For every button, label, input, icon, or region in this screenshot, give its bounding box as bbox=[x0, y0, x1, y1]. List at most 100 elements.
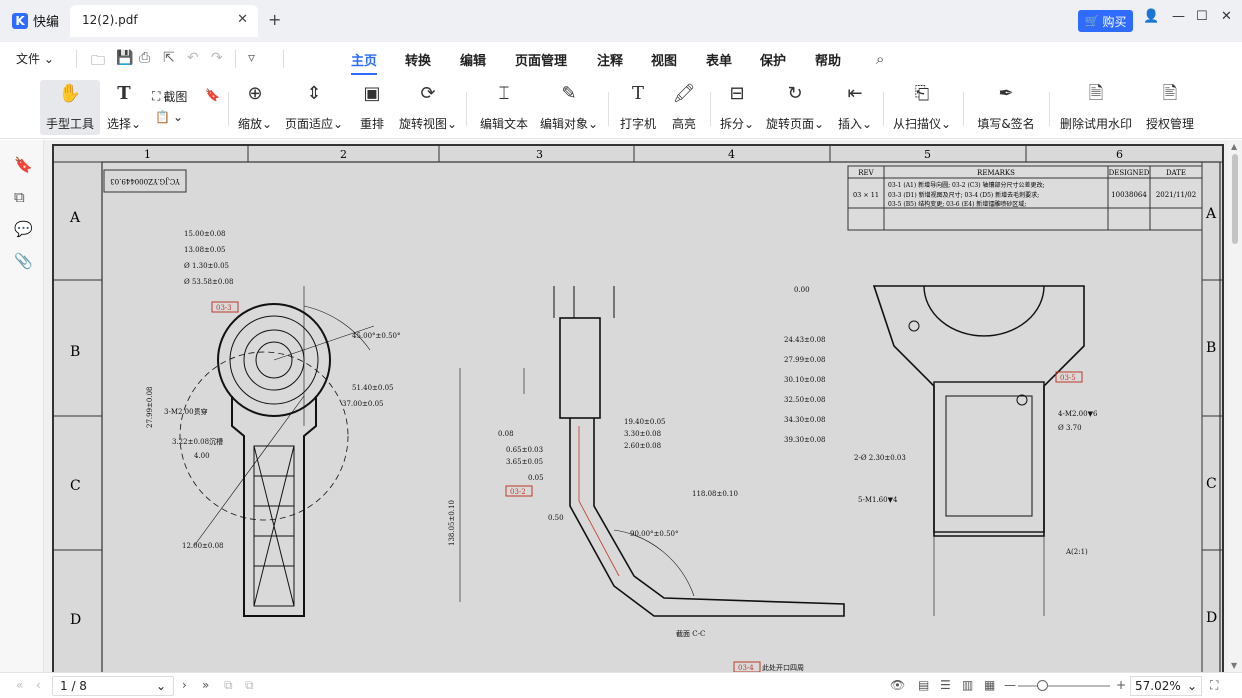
fill-sign-label: 填写&签名 bbox=[977, 117, 1035, 131]
col-label: 1 bbox=[144, 148, 151, 161]
page-number-field[interactable]: 1 / 8 ⌄ bbox=[52, 676, 174, 696]
minimize-button[interactable]: — bbox=[1172, 9, 1185, 24]
tab-protect[interactable]: 保护 bbox=[760, 50, 786, 69]
bookmark-panel-icon[interactable]: 🔖 bbox=[14, 156, 33, 174]
prev-page-icon[interactable]: ‹ bbox=[36, 678, 41, 692]
bookmark-icon[interactable]: 🔖 bbox=[205, 88, 220, 102]
document-tab[interactable]: 12(2).pdf ✕ bbox=[70, 5, 258, 37]
page-fit-label: 页面适应 bbox=[284, 117, 333, 131]
zoom-button[interactable]: ⊕ 缩放⌄ bbox=[234, 80, 276, 135]
redo-icon[interactable]: ↷ bbox=[211, 50, 223, 66]
svg-text:03 × 11: 03 × 11 bbox=[853, 191, 879, 199]
scroll-down-icon[interactable]: ▼ bbox=[1231, 661, 1237, 670]
new-tab-button[interactable]: + bbox=[268, 10, 281, 29]
left-part-view bbox=[179, 286, 375, 617]
highlight-icon: 🖍 bbox=[672, 83, 696, 104]
maximize-button[interactable]: ☐ bbox=[1196, 9, 1208, 24]
tab-edit[interactable]: 编辑 bbox=[460, 50, 486, 69]
two-page-continuous-icon[interactable]: ▦ bbox=[984, 678, 995, 692]
export-icon[interactable]: ⇱ bbox=[163, 50, 175, 66]
license-button[interactable]: 🖹 授权管理 bbox=[1142, 80, 1198, 135]
svg-text:2.60±0.08: 2.60±0.08 bbox=[624, 442, 661, 450]
revision-tags: 03-3 03-2 03-5 03-4 bbox=[211, 301, 1083, 672]
fullscreen-icon[interactable]: ⛶ bbox=[1210, 678, 1218, 693]
vertical-scrollbar[interactable]: ▲ ▼ bbox=[1228, 140, 1242, 672]
reflow-button[interactable]: ▣ 重排 bbox=[355, 80, 389, 135]
dual-page-icon[interactable]: ⧉ bbox=[224, 678, 233, 693]
clipboard-button[interactable]: 📋 ⌄ bbox=[155, 110, 183, 124]
svg-text:DATE: DATE bbox=[1166, 169, 1186, 177]
close-tab-icon[interactable]: ✕ bbox=[237, 12, 248, 27]
open-folder-icon[interactable]: 🗀 bbox=[91, 50, 105, 74]
rotate-view-button[interactable]: ⟳ 旋转视图⌄ bbox=[397, 80, 459, 135]
two-page-icon[interactable]: ▥ bbox=[962, 678, 973, 692]
chevron-down-icon: ⌄ bbox=[43, 52, 54, 66]
undo-icon[interactable]: ↶ bbox=[187, 50, 199, 66]
svg-text:REMARKS: REMARKS bbox=[977, 169, 1015, 177]
print-icon[interactable]: ⎙ bbox=[139, 50, 150, 66]
comments-icon[interactable]: 💬 bbox=[14, 220, 33, 238]
insert-button[interactable]: ⇤ 插入⌄ bbox=[834, 80, 876, 135]
first-page-icon[interactable]: « bbox=[16, 678, 23, 692]
split-button[interactable]: ⊟ 拆分⌄ bbox=[716, 80, 758, 135]
file-menu[interactable]: 文件 ⌄ bbox=[16, 50, 54, 67]
scrollbar-thumb[interactable] bbox=[1232, 154, 1238, 244]
split-icon: ⊟ bbox=[729, 83, 745, 104]
zoom-in-icon[interactable]: + bbox=[1116, 678, 1126, 692]
app-brand: K 快编 bbox=[12, 11, 59, 30]
typewriter-button[interactable]: T 打字机 bbox=[616, 80, 660, 135]
from-scanner-button[interactable]: ⎗ 从扫描仪⌄ bbox=[890, 80, 954, 135]
thumbnails-icon[interactable]: ⧉ bbox=[14, 188, 25, 206]
screenshot-button[interactable]: ⛶ 截图 bbox=[152, 88, 187, 105]
edit-text-button[interactable]: ⌶ 编辑文本 bbox=[476, 80, 532, 135]
tab-help[interactable]: 帮助 bbox=[815, 50, 841, 69]
svg-text:A(2:1): A(2:1) bbox=[1065, 548, 1088, 556]
zoom-out-icon[interactable]: — bbox=[1004, 678, 1016, 692]
zoom-slider[interactable] bbox=[1018, 680, 1110, 691]
row-label: C bbox=[70, 478, 81, 494]
row-label: D bbox=[1206, 610, 1217, 626]
fill-sign-button[interactable]: ✒ 填写&签名 bbox=[974, 80, 1038, 135]
zoom-slider-knob[interactable] bbox=[1037, 680, 1048, 691]
scroll-up-icon[interactable]: ▲ bbox=[1231, 142, 1237, 151]
close-window-button[interactable]: ✕ bbox=[1221, 9, 1232, 24]
svg-text:03-2: 03-2 bbox=[510, 488, 526, 496]
svg-text:27.99±0.08: 27.99±0.08 bbox=[784, 356, 826, 364]
svg-text:118.08±0.10: 118.08±0.10 bbox=[692, 490, 738, 498]
continuous-page-icon[interactable]: ☰ bbox=[940, 678, 951, 692]
edit-text-label: 编辑文本 bbox=[480, 117, 529, 131]
tab-home[interactable]: 主页 bbox=[351, 50, 378, 75]
save-icon[interactable]: 💾 bbox=[116, 50, 133, 66]
select-label: 选择 bbox=[106, 117, 131, 131]
account-icon[interactable]: 👤 bbox=[1143, 9, 1159, 24]
remove-watermark-button[interactable]: 🗎 删除试用水印 bbox=[1056, 80, 1136, 135]
tab-page-management[interactable]: 页面管理 bbox=[515, 50, 567, 69]
next-page-icon[interactable]: › bbox=[182, 678, 187, 692]
tab-forms[interactable]: 表单 bbox=[706, 50, 732, 69]
screenshot-icon: ⛶ bbox=[152, 89, 161, 103]
page-fit-button[interactable]: ⇕ 页面适应⌄ bbox=[282, 80, 346, 135]
customize-dropdown-icon[interactable]: ▿ bbox=[248, 50, 255, 66]
svg-text:10038064: 10038064 bbox=[1111, 191, 1147, 199]
fit-page-icon[interactable]: ⧉ bbox=[245, 678, 254, 693]
col-label: 3 bbox=[536, 148, 543, 161]
single-page-icon[interactable]: ▤ bbox=[918, 678, 929, 692]
tab-view[interactable]: 视图 bbox=[651, 50, 677, 69]
tab-annotate[interactable]: 注释 bbox=[597, 50, 623, 69]
rotate-page-button[interactable]: ↻ 旋转页面⌄ bbox=[764, 80, 826, 135]
menu-bar: 文件 ⌄ 🗀 💾 ⎙ ⇱ ↶ ↷ ▿ 主页 转换 编辑 页面管理 注释 视图 表… bbox=[0, 42, 1242, 76]
highlight-button[interactable]: 🖍 高亮 bbox=[667, 80, 701, 135]
chevron-down-icon: ⌄ bbox=[1186, 679, 1197, 693]
eye-view-icon[interactable]: 👁 bbox=[890, 678, 905, 692]
document-tab-title: 12(2).pdf bbox=[82, 13, 138, 27]
attachment-icon[interactable]: 📎 bbox=[14, 252, 33, 270]
zoom-level-field[interactable]: 57.02% ⌄ bbox=[1130, 676, 1202, 696]
buy-button[interactable]: 🛒 购买 bbox=[1078, 10, 1133, 32]
last-page-icon[interactable]: » bbox=[202, 678, 209, 692]
select-tool-button[interactable]: T 选择⌄ bbox=[103, 80, 145, 135]
tab-convert[interactable]: 转换 bbox=[405, 50, 431, 69]
document-canvas[interactable]: 1 2 3 4 5 6 A B C D A B C D YC.JG.YZ0004… bbox=[44, 140, 1228, 672]
edit-object-button[interactable]: ✎ 编辑对象⌄ bbox=[538, 80, 600, 135]
hand-tool-button[interactable]: ✋ 手型工具 bbox=[40, 80, 100, 135]
search-icon[interactable]: ⌕ bbox=[876, 50, 884, 68]
